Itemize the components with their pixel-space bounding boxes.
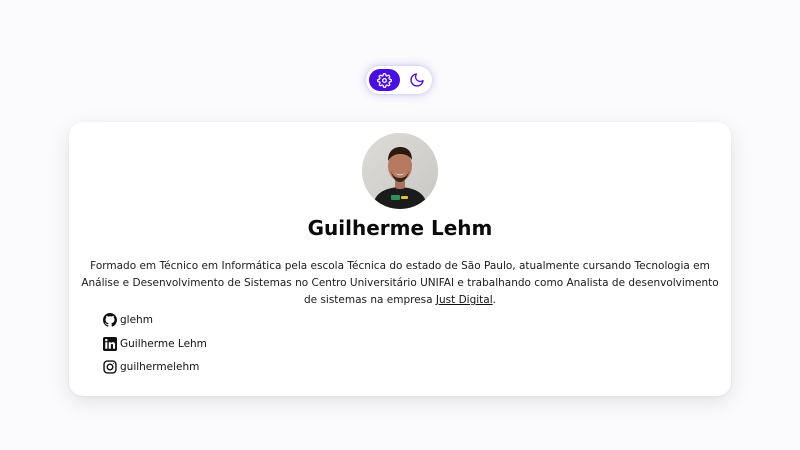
page: Guilherme Lehm Formado em Técnico em Inf… [0, 0, 800, 450]
linkedin-label: Guilherme Lehm [120, 337, 207, 350]
github-link[interactable]: glehm [103, 312, 207, 328]
system-theme-button[interactable] [369, 69, 400, 91]
instagram-label: guilhermelehm [120, 361, 200, 373]
company-link[interactable]: Just Digital [436, 294, 493, 306]
instagram-icon [103, 360, 117, 374]
profile-bio: Formado em Técnico em Informática pela e… [79, 258, 721, 309]
github-label: glehm [120, 314, 153, 326]
social-links: glehm Guilherme Lehm guilhermelehm [103, 312, 207, 383]
bio-text: Formado em Técnico em Informática pela e… [81, 260, 719, 306]
bio-end: . [492, 294, 496, 306]
profile-card: Guilherme Lehm Formado em Técnico em Inf… [69, 122, 731, 396]
theme-toggle [366, 66, 432, 94]
instagram-link[interactable]: guilhermelehm [103, 359, 207, 375]
avatar [362, 133, 438, 209]
dark-theme-button[interactable] [401, 69, 432, 91]
gear-icon [377, 72, 392, 88]
linkedin-icon [103, 336, 117, 351]
github-icon [103, 313, 117, 327]
profile-name: Guilherme Lehm [307, 216, 493, 240]
linkedin-link[interactable]: Guilherme Lehm [103, 336, 207, 352]
profile-photo [362, 133, 438, 209]
moon-icon [409, 73, 424, 87]
